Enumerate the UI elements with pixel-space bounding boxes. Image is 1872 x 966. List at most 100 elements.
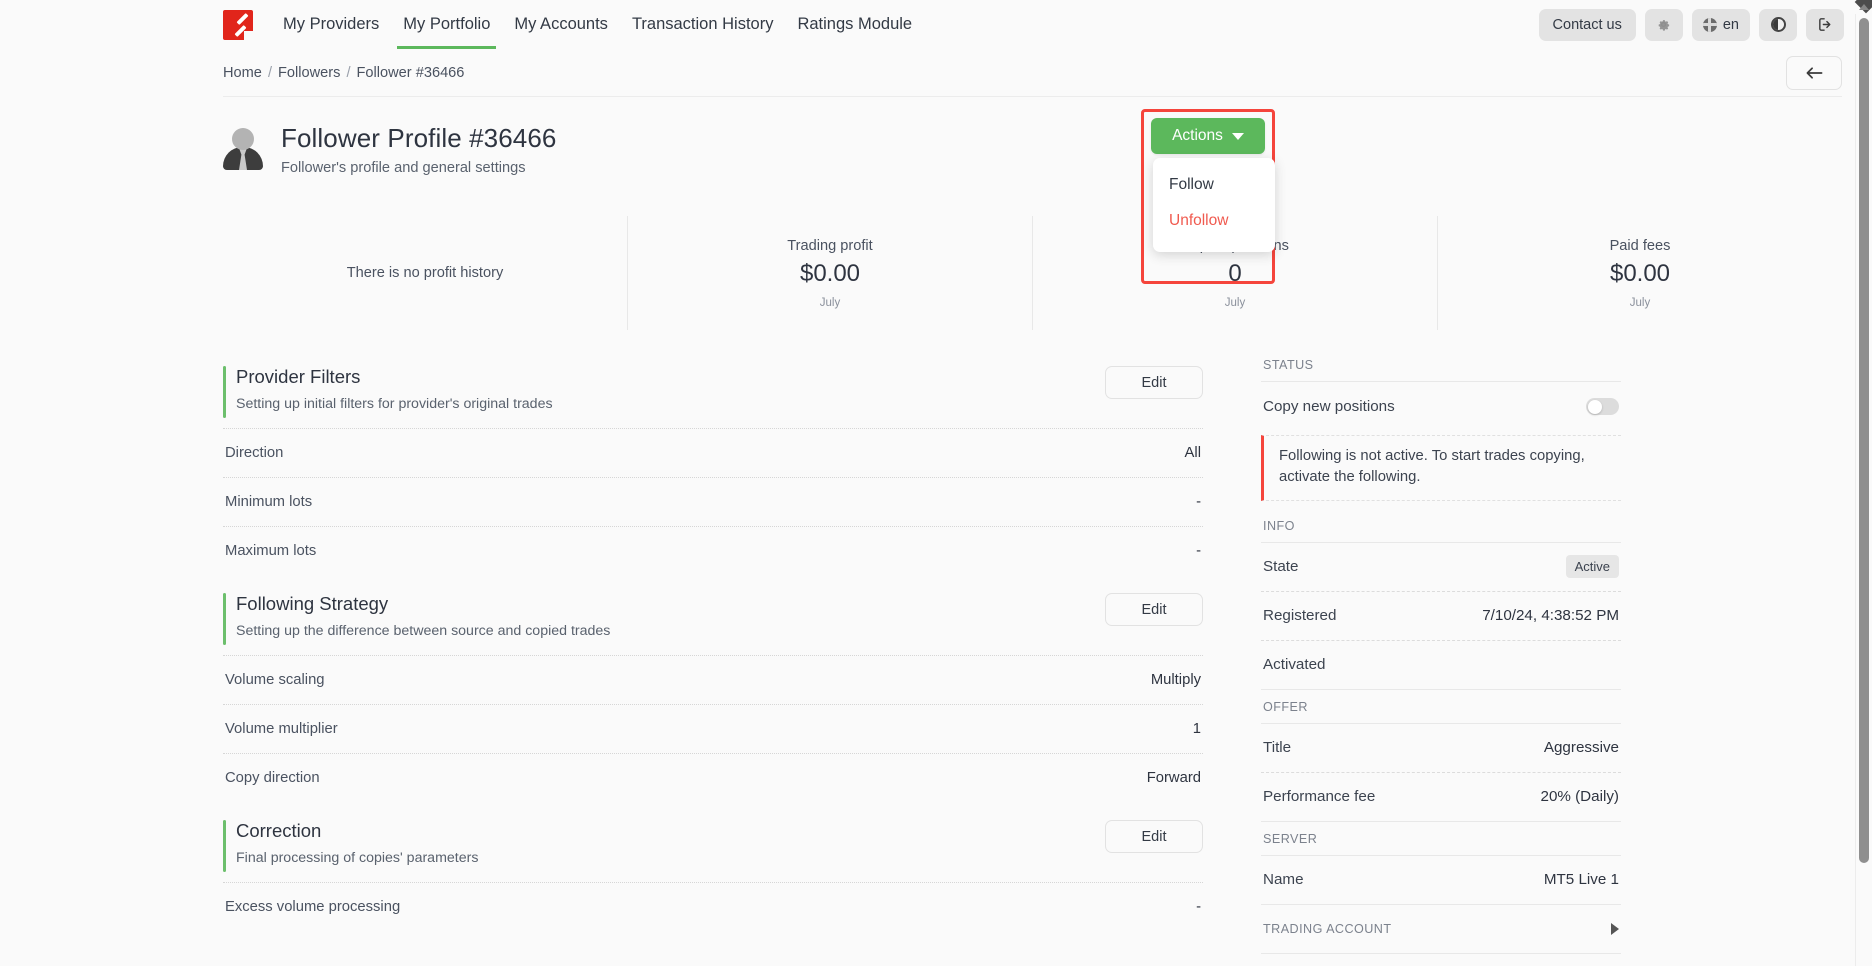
section-subtitle: Setting up initial filters for provider'… xyxy=(236,396,553,412)
row-value: - xyxy=(1196,899,1201,915)
row-key: Title xyxy=(1263,739,1292,757)
section-following-strategy: Following Strategy Setting up the differ… xyxy=(223,575,1203,802)
row-key: Excess volume processing xyxy=(225,899,401,915)
breadcrumb-current: Follower #36466 xyxy=(356,65,465,81)
row-offer-title: Title Aggressive xyxy=(1261,724,1621,773)
trading-account-label: TRADING ACCOUNT xyxy=(1263,921,1392,936)
row-value: 1 xyxy=(1192,721,1201,737)
nav-item-transaction-history[interactable]: Transaction History xyxy=(620,0,786,49)
row-value: Multiply xyxy=(1150,672,1201,688)
row-key: Copy new positions xyxy=(1263,398,1395,415)
stats-row: There is no profit history Trading profi… xyxy=(223,216,1842,330)
row-value: MT5 Live 1 xyxy=(1543,871,1619,889)
menu-item-follow[interactable]: Follow xyxy=(1153,167,1275,203)
chevron-right-icon xyxy=(1611,922,1619,935)
row-minimum-lots: Minimum lots - xyxy=(223,477,1203,526)
logout-button[interactable] xyxy=(1806,8,1844,41)
stat-value: 0 xyxy=(1228,259,1242,287)
row-copy-new-positions: Copy new positions xyxy=(1261,382,1621,431)
menu-item-unfollow[interactable]: Unfollow xyxy=(1153,203,1275,239)
edit-correction-button[interactable]: Edit xyxy=(1105,820,1203,853)
sidebar-group-server-label: SERVER xyxy=(1263,831,1318,846)
gear-icon xyxy=(1659,20,1670,31)
main-column: Provider Filters Setting up initial filt… xyxy=(223,348,1203,954)
row-volume-scaling: Volume scaling Multiply xyxy=(223,655,1203,704)
page-root: My Providers My Portfolio My Accounts Tr… xyxy=(0,0,1872,966)
copy-new-positions-toggle[interactable] xyxy=(1586,398,1619,415)
row-value: - xyxy=(1196,494,1201,510)
edit-provider-filters-button[interactable]: Edit xyxy=(1105,366,1203,399)
breadcrumb-separator-2: / xyxy=(346,65,351,81)
row-state: State Active xyxy=(1261,543,1621,592)
row-performance-fee: Performance fee 20% (Daily) xyxy=(1261,773,1621,822)
section-accent-bar xyxy=(223,366,226,418)
page-title: Follower Profile #36466 xyxy=(281,123,557,153)
sidebar-group-offer-label: OFFER xyxy=(1263,699,1308,714)
actions-dropdown: Actions Follow Unfollow xyxy=(1141,109,1285,284)
row-key: Maximum lots xyxy=(225,543,317,559)
page-subtitle: Follower's profile and general settings xyxy=(281,160,526,176)
row-key: Minimum lots xyxy=(225,494,313,510)
profile-header: Follower Profile #36466 Follower's profi… xyxy=(0,97,1872,176)
nav-item-my-accounts[interactable]: My Accounts xyxy=(502,0,620,49)
stat-label: Paid fees xyxy=(1609,237,1671,254)
row-key: State xyxy=(1263,558,1299,576)
scroll-up-arrow-icon[interactable] xyxy=(1859,4,1869,10)
contrast-icon xyxy=(1770,17,1786,32)
breadcrumb: Home / Followers / Follower #36466 xyxy=(223,65,464,81)
row-maximum-lots: Maximum lots - xyxy=(223,526,1203,575)
section-provider-filters: Provider Filters Setting up initial filt… xyxy=(223,348,1203,575)
no-profit-history-text: There is no profit history xyxy=(346,265,504,281)
stat-trading-profit: Trading profit $0.00 July xyxy=(628,216,1033,330)
language-label: en xyxy=(1722,16,1739,33)
actions-button[interactable]: Actions xyxy=(1151,118,1265,154)
settings-button[interactable] xyxy=(1644,8,1683,41)
section-subtitle: Setting up the difference between source… xyxy=(236,623,611,639)
section-title: Following Strategy xyxy=(236,593,389,614)
logout-icon xyxy=(1818,18,1830,31)
nav-item-ratings-module[interactable]: Ratings Module xyxy=(785,0,924,49)
edit-following-strategy-button[interactable]: Edit xyxy=(1105,593,1203,626)
nav-right-controls: Contact us en xyxy=(1538,8,1844,41)
section-accent-bar xyxy=(223,820,226,872)
breadcrumb-followers[interactable]: Followers xyxy=(278,65,340,81)
back-button[interactable] xyxy=(1786,56,1842,90)
row-value: Aggressive xyxy=(1543,739,1619,757)
brand-logo-icon[interactable] xyxy=(223,9,253,40)
breadcrumb-home[interactable]: Home xyxy=(223,65,262,81)
theme-toggle-button[interactable] xyxy=(1759,8,1797,41)
user-avatar-icon xyxy=(223,128,263,170)
arrow-left-icon xyxy=(1806,67,1822,79)
row-key: Volume scaling xyxy=(225,672,325,688)
globe-icon xyxy=(1702,17,1717,32)
stat-period: July xyxy=(1629,296,1651,309)
row-activated: Activated xyxy=(1261,641,1621,690)
nav-item-my-portfolio[interactable]: My Portfolio xyxy=(391,0,502,49)
nav-links: My Providers My Portfolio My Accounts Tr… xyxy=(271,0,924,49)
actions-button-label: Actions xyxy=(1172,127,1223,144)
row-key: Name xyxy=(1263,871,1304,889)
row-key: Activated xyxy=(1263,656,1326,674)
stat-value: $0.00 xyxy=(799,259,861,287)
page-body: Provider Filters Setting up initial filt… xyxy=(0,330,1872,954)
language-button[interactable]: en xyxy=(1691,8,1750,41)
page-scrollbar[interactable] xyxy=(1855,0,1872,966)
top-navigation-bar: My Providers My Portfolio My Accounts Tr… xyxy=(0,0,1872,49)
nav-item-my-providers[interactable]: My Providers xyxy=(271,0,391,49)
contact-us-button[interactable]: Contact us xyxy=(1538,8,1636,41)
scrollbar-thumb[interactable] xyxy=(1859,18,1869,863)
status-badge: Active xyxy=(1565,555,1619,579)
chevron-down-icon xyxy=(1231,132,1244,140)
breadcrumb-separator-1: / xyxy=(267,65,272,81)
row-value: All xyxy=(1184,445,1201,461)
row-value: 7/10/24, 4:38:52 PM xyxy=(1482,607,1619,625)
row-key: Volume multiplier xyxy=(225,721,338,737)
stat-period: July xyxy=(819,296,841,309)
row-copy-direction: Copy direction Forward xyxy=(223,753,1203,802)
stat-paid-fees: Paid fees $0.00 July xyxy=(1438,216,1842,330)
stat-value: $0.00 xyxy=(1609,259,1671,287)
row-key: Copy direction xyxy=(225,770,320,786)
trading-account-link[interactable]: TRADING ACCOUNT xyxy=(1261,905,1621,954)
breadcrumb-row: Home / Followers / Follower #36466 xyxy=(0,49,1872,97)
section-correction: Correction Final processing of copies' p… xyxy=(223,802,1203,931)
